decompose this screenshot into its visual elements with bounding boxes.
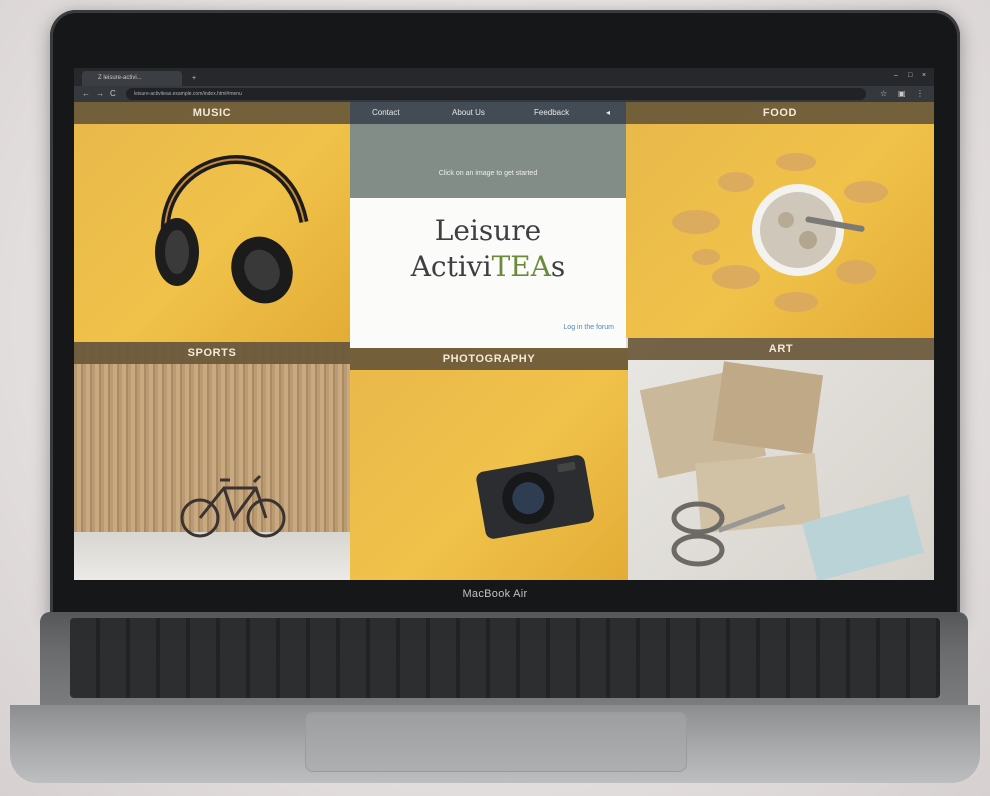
close-window-icon[interactable]: × <box>922 72 926 79</box>
maximize-icon[interactable]: □ <box>908 72 912 79</box>
nav-about-us[interactable]: About Us <box>452 102 485 124</box>
tile-photography[interactable]: PHOTOGRAPHY <box>350 348 628 580</box>
tile-label-music: MUSIC <box>74 102 350 124</box>
art-supplies-image <box>639 361 924 580</box>
headphones-image <box>155 155 309 304</box>
title-accent: TEA <box>491 250 551 283</box>
browser-tab-bar: Z leisure-activi... + – □ × <box>74 68 934 86</box>
camera-image <box>476 455 594 539</box>
tile-art[interactable]: ART <box>628 338 934 580</box>
tile-label-photography: PHOTOGRAPHY <box>350 348 628 370</box>
tile-label-art: ART <box>628 338 934 360</box>
hero-hint: Click on an image to get started <box>438 170 538 177</box>
address-bar[interactable]: leisure-activiteas.example.com/index.htm… <box>126 88 866 100</box>
nav-contact[interactable]: Contact <box>372 102 400 124</box>
site-title-line2: ActiviTEAs <box>410 250 566 283</box>
forum-link[interactable]: Log in the forum <box>563 324 614 331</box>
site-nav: Contact About Us Feedback ◂ <box>350 102 626 124</box>
tile-label-sports: SPORTS <box>74 342 350 364</box>
browser-tab[interactable]: Z leisure-activi... <box>82 71 182 86</box>
brand-label: MacBook Air <box>462 588 528 600</box>
nav-dropdown-icon[interactable]: ◂ <box>606 102 610 124</box>
reload-icon[interactable]: C <box>110 87 116 101</box>
nav-feedback[interactable]: Feedback <box>534 102 569 124</box>
site-title-line1: Leisure <box>434 214 542 247</box>
keyboard <box>70 618 940 698</box>
laptop-screen: Z leisure-activi... + – □ × ← → C leisur… <box>74 68 934 580</box>
trackpad <box>305 712 687 772</box>
tile-food[interactable]: FOOD <box>626 102 934 338</box>
extensions-icon[interactable]: ▣ <box>898 87 906 101</box>
tile-music[interactable]: MUSIC <box>74 102 350 342</box>
star-icon[interactable]: ☆ <box>880 87 887 101</box>
browser-toolbar: ← → C leisure-activiteas.example.com/ind… <box>74 86 934 102</box>
cereal-bowl-image <box>672 153 888 312</box>
menu-icon[interactable]: ⋮ <box>916 87 924 101</box>
back-icon[interactable]: ← <box>82 87 90 101</box>
tile-sports[interactable]: SPORTS <box>74 342 350 580</box>
forward-icon[interactable]: → <box>96 87 104 101</box>
tile-label-food: FOOD <box>626 102 934 124</box>
bicycle-image <box>180 474 286 538</box>
new-tab-icon[interactable]: + <box>192 71 202 86</box>
minimize-icon[interactable]: – <box>894 72 898 79</box>
hero-banner <box>350 124 626 198</box>
hero-panel: Contact About Us Feedback ◂ Click on an … <box>350 102 626 348</box>
web-page: MUSIC Contact About Us Feedback ◂ Click … <box>74 102 934 580</box>
